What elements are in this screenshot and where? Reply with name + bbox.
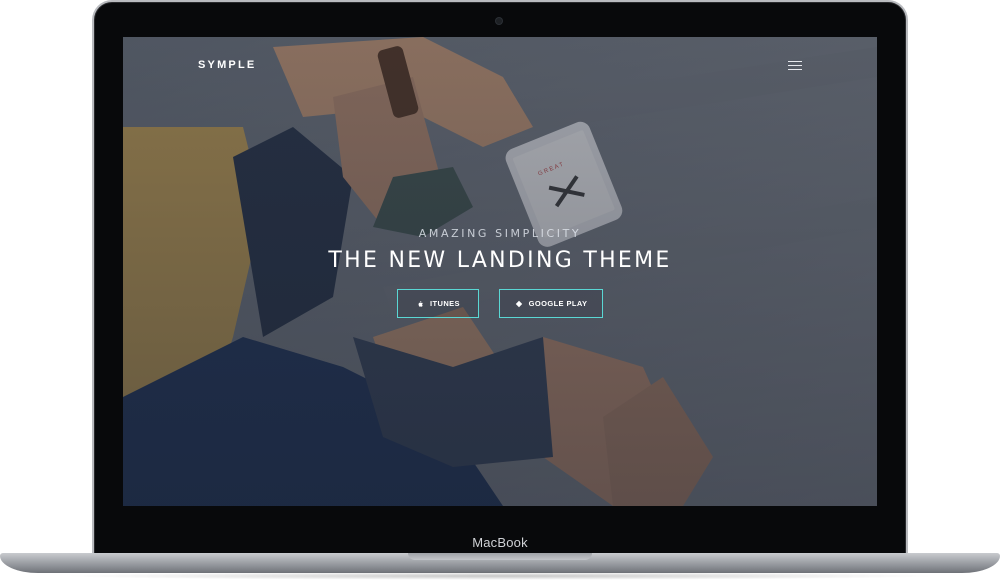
- landing-page-screen: G R E A T SYMPLE AMAZING SIMPLICITY THE …: [123, 37, 877, 506]
- camera-dot: [496, 18, 502, 24]
- hero-eyebrow: AMAZING SIMPLICITY: [418, 227, 582, 240]
- itunes-button-label: ITUNES: [430, 299, 460, 308]
- laptop-base-notch: [408, 553, 592, 560]
- google-play-button-label: GOOGLE PLAY: [528, 299, 588, 308]
- store-buttons: ITUNES GOOGLE PLAY: [123, 289, 877, 318]
- brand-logo[interactable]: SYMPLE: [198, 59, 256, 71]
- laptop-shadow: [60, 572, 940, 580]
- hero-section: AMAZING SIMPLICITY THE NEW LANDING THEME: [123, 227, 877, 273]
- hero-title: THE NEW LANDING THEME: [328, 248, 672, 273]
- device-label: MacBook: [472, 535, 528, 550]
- google-play-button[interactable]: GOOGLE PLAY: [499, 289, 603, 318]
- itunes-button[interactable]: ITUNES: [397, 289, 479, 318]
- android-play-icon: [515, 300, 522, 307]
- macbook-mockup: G R E A T SYMPLE AMAZING SIMPLICITY THE …: [0, 0, 1000, 582]
- apple-icon: [418, 300, 423, 307]
- hamburger-menu-icon[interactable]: [788, 61, 802, 73]
